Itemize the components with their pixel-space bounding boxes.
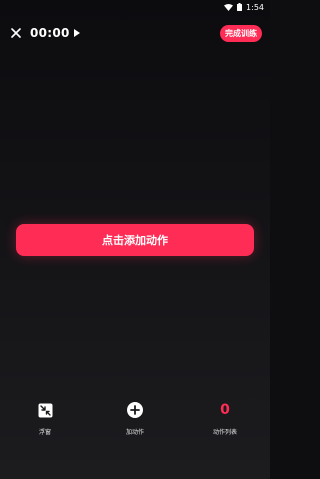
add-action-nav-button[interactable]: 加动作 — [110, 400, 160, 440]
finish-training-button[interactable]: 完成训练 — [220, 24, 262, 42]
bottom-nav: 浮窗 加动作 0 动作列表 — [0, 400, 270, 440]
action-count: 0 — [220, 402, 230, 418]
add-action-button[interactable]: 点击添加动作 — [16, 224, 254, 256]
battery-icon — [237, 3, 243, 11]
workout-timer: 00:00 — [30, 26, 70, 40]
plus-circle-icon — [127, 402, 143, 418]
status-bar: 1:54 — [0, 0, 270, 14]
float-window-label: 浮窗 — [38, 429, 51, 436]
add-action-nav-label: 加动作 — [125, 429, 144, 436]
wifi-icon — [224, 3, 234, 11]
workout-screen: 1:54 00:00 完成训练 点击添加动作 浮窗 加动作 0 动作列表 — [0, 0, 270, 479]
close-button[interactable] — [10, 27, 22, 39]
top-bar: 00:00 完成训练 — [10, 24, 262, 42]
action-list-button[interactable]: 0 动作列表 — [200, 400, 250, 440]
close-icon — [11, 28, 21, 38]
play-icon[interactable] — [73, 29, 80, 37]
float-window-icon — [38, 403, 52, 417]
status-time: 1:54 — [246, 2, 264, 12]
float-window-button[interactable]: 浮窗 — [20, 400, 70, 440]
action-list-label: 动作列表 — [212, 429, 237, 436]
